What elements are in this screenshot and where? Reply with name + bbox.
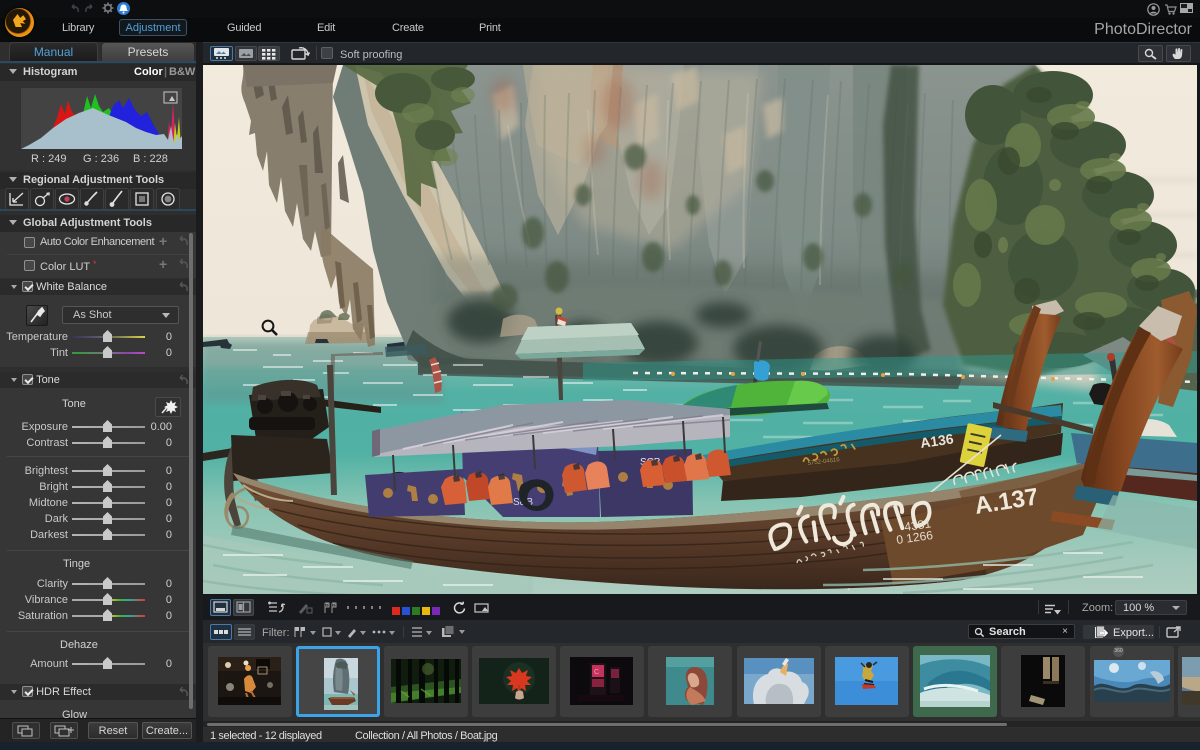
svg-text:P: P [333, 603, 336, 608]
svg-text:C: C [594, 669, 599, 676]
svg-text:P: P [326, 603, 329, 608]
